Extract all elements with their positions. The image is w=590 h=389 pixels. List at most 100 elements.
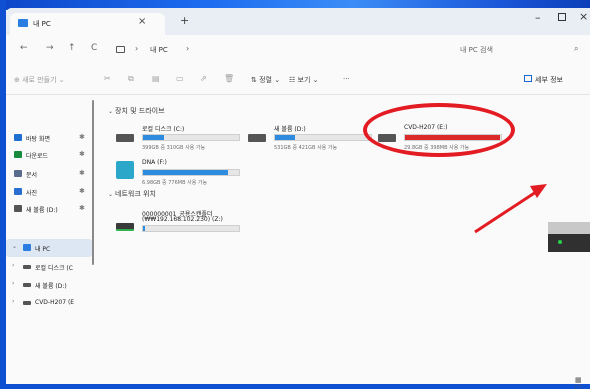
sidebar-scrollbar[interactable] <box>92 100 94 265</box>
view-toggle-icon[interactable]: ▦ ☐ <box>575 376 590 389</box>
group-header-devices[interactable]: ⌄ 장치 및 드라이브 <box>108 106 165 116</box>
sidebar-item[interactable]: 바탕 화면 ✱ <box>6 129 92 147</box>
up-icon[interactable]: ↑ <box>68 43 76 53</box>
command-bar: ⊕ 새로 만들기 ⌄ ✂ ⧉ ▤ ▭ ⇗ 🗑 ⇅ 정렬 ⌄ ☷ 보기 ⌄ ···… <box>6 65 590 95</box>
chevron-down-icon[interactable]: ⌄ <box>12 243 17 250</box>
search-placeholder: 내 PC 검색 <box>460 46 493 54</box>
chevron-right-icon[interactable]: › <box>12 298 14 305</box>
view-button[interactable]: ☷ 보기 ⌄ <box>289 75 318 85</box>
title-bar: 내 PC × + – × <box>6 8 590 35</box>
tree-item-label: CVD-H207 (E <box>35 299 75 306</box>
search-icon: ⌕ <box>574 44 579 53</box>
sidebar-item-label: 다운로드 <box>26 153 49 160</box>
folder-icon <box>14 188 22 195</box>
copy-icon[interactable]: ⧉ <box>128 74 134 84</box>
sidebar-item-label: 문서 <box>26 172 38 179</box>
tree-item-this-pc[interactable]: ⌄ 내 PC <box>6 239 92 257</box>
maximize-button[interactable] <box>558 13 566 21</box>
tree-item[interactable]: › CVD-H207 (E <box>6 294 92 312</box>
drive-usage-bar <box>142 169 240 176</box>
navigation-pane: 바탕 화면 ✱ 다운로드 ✱ 문서 ✱ 사진 ✱ 새 볼륨 (D:) ✱ ⌄ 내 PC › 로컬 디스크… <box>6 96 95 384</box>
file-explorer-window: 내 PC × + – × ← → ↑ C › 내 PC › 내 PC 검색 ⌕ … <box>6 8 590 384</box>
tab-this-pc[interactable]: 내 PC × <box>10 13 165 35</box>
chevron-right-icon[interactable]: › <box>12 280 14 287</box>
drive-list: ⌄ 장치 및 드라이브 ⌄ 네트워크 위치 로컬 디스크 (C:) 399GB 중 3… <box>96 96 590 384</box>
folder-icon <box>14 151 22 158</box>
drive-usage-fill <box>143 170 229 175</box>
share-icon[interactable]: ⇗ <box>200 74 207 83</box>
computer-icon <box>23 244 31 251</box>
network-drive-item[interactable]: 000000001_공용스캔폴더 (₩₩192.168.102.230) (Z:) <box>116 209 246 245</box>
details-button[interactable]: 세부 정보 <box>535 75 563 85</box>
desktop-wallpaper-bottom <box>0 384 590 389</box>
drive-icon <box>23 265 31 269</box>
new-tab-button[interactable]: + <box>180 14 189 27</box>
search-input[interactable]: 내 PC 검색 ⌕ <box>448 41 590 59</box>
drive-icon <box>248 134 266 142</box>
forward-icon[interactable]: → <box>46 43 54 53</box>
drive-item[interactable]: 새 볼륨 (D:) 531GB 중 421GB 사용 가능 <box>248 124 378 160</box>
close-button[interactable]: × <box>579 10 588 23</box>
group-title: 장치 및 드라이브 <box>115 107 165 115</box>
tree-item[interactable]: › 새 볼륨 (D:) <box>6 276 92 294</box>
tab-close-icon[interactable]: × <box>138 16 146 27</box>
chevron-right-icon[interactable]: › <box>186 44 189 53</box>
cut-icon[interactable]: ✂ <box>104 74 111 83</box>
folder-icon <box>14 170 22 177</box>
drive-illustration <box>548 222 590 252</box>
drive-name: 새 볼륨 (D:) <box>274 126 306 133</box>
chevron-right-icon[interactable]: › <box>12 262 14 269</box>
delete-icon[interactable]: 🗑 <box>224 74 234 83</box>
drive-name: 로컬 디스크 (C:) <box>142 126 185 133</box>
sidebar-item[interactable]: 문서 ✱ <box>6 165 92 183</box>
details-pane-icon <box>524 75 532 82</box>
pin-icon[interactable]: ✱ <box>79 150 85 158</box>
sidebar-item[interactable]: 다운로드 ✱ <box>6 146 92 164</box>
drive-usage-fill <box>143 226 145 231</box>
refresh-icon[interactable]: C <box>91 43 97 53</box>
drive-icon <box>116 134 134 142</box>
minimize-button[interactable]: – <box>535 11 541 24</box>
back-icon[interactable]: ← <box>20 43 28 53</box>
tree-item[interactable]: › 로컬 디스크 (C <box>6 258 92 276</box>
drive-icon <box>23 301 31 305</box>
breadcrumb[interactable]: 내 PC <box>150 45 168 55</box>
drive-illustration-body <box>548 234 590 252</box>
address-input[interactable]: › 내 PC › <box>114 41 440 59</box>
tree-item-label: 내 PC <box>35 246 51 253</box>
pin-icon[interactable]: ✱ <box>79 169 85 177</box>
usb-drive-icon <box>116 161 134 179</box>
pin-icon[interactable]: ✱ <box>79 204 85 212</box>
pin-icon[interactable]: ✱ <box>79 187 85 195</box>
drive-usage-bar <box>142 225 240 232</box>
monitor-icon <box>116 46 125 53</box>
drive-usage-bar <box>274 134 372 141</box>
drive-usage-bar <box>142 134 240 141</box>
network-drive-icon <box>116 223 134 231</box>
more-options-button[interactable]: ··· <box>343 75 350 83</box>
drive-icon <box>23 283 31 287</box>
paste-icon[interactable]: ▤ <box>152 74 160 83</box>
sort-button[interactable]: ⇅ 정렬 ⌄ <box>251 75 280 85</box>
chevron-down-icon: ⌄ <box>108 191 114 198</box>
pin-icon[interactable]: ✱ <box>79 133 85 141</box>
rename-icon[interactable]: ▭ <box>176 74 184 83</box>
chevron-down-icon: ⌄ <box>108 108 114 115</box>
chevron-right-icon: › <box>135 44 139 53</box>
tab-title: 내 PC <box>33 20 51 28</box>
drive-item[interactable]: DNA (F:) 6.98GB 중 776MB 사용 가능 <box>116 159 246 195</box>
tree-item-label: 로컬 디스크 (C <box>35 265 73 272</box>
drive-free-space: 6.98GB 중 776MB 사용 가능 <box>142 180 208 186</box>
folder-icon <box>14 205 22 212</box>
new-button[interactable]: ⊕ 새로 만들기 ⌄ <box>14 75 65 85</box>
drive-led-icon <box>558 240 562 244</box>
sidebar-item[interactable]: 새 볼륨 (D:) ✱ <box>6 200 92 218</box>
sidebar-item[interactable]: 사진 ✱ <box>6 183 92 201</box>
sidebar-item-label: 바탕 화면 <box>26 136 50 143</box>
drive-name: DNA (F:) <box>142 159 167 166</box>
network-path: (₩₩192.168.102.230) (Z:) <box>142 216 223 223</box>
drive-free-space: 531GB 중 421GB 사용 가능 <box>274 145 338 151</box>
drive-free-space: 399GB 중 310GB 사용 가능 <box>142 145 206 151</box>
sidebar-item-label: 사진 <box>26 190 38 197</box>
drive-item[interactable]: 로컬 디스크 (C:) 399GB 중 310GB 사용 가능 <box>116 124 246 160</box>
